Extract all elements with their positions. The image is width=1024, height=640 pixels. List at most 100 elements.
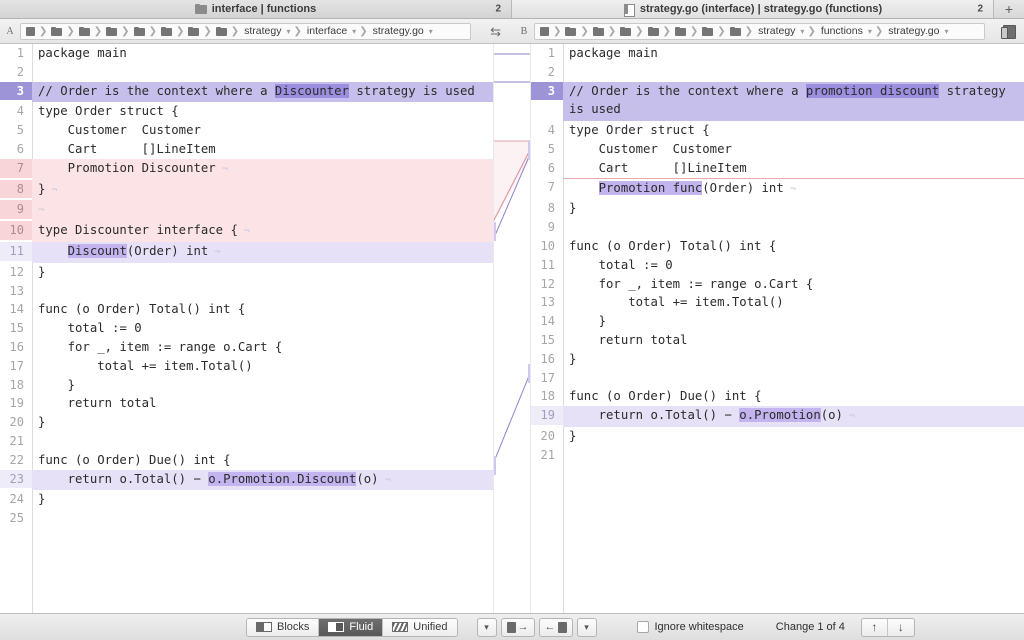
breadcrumb-folder-item[interactable]: [729, 26, 742, 36]
next-change-button[interactable]: ↓: [887, 618, 914, 636]
code-line[interactable]: 3// Order is the context where a Discoun…: [0, 81, 493, 103]
breadcrumb-folder-item[interactable]: [105, 26, 118, 36]
previous-change-button[interactable]: ↑: [861, 618, 888, 636]
code-line[interactable]: 7 Promotion Discounter ¬: [0, 158, 493, 180]
code-line[interactable]: 18 }: [0, 376, 493, 395]
chevron-down-icon[interactable]: ▾: [286, 27, 290, 36]
code-line[interactable]: 23 return o.Total() − o.Promotion.Discou…: [0, 469, 493, 491]
tab-right-comparison[interactable]: strategy.go (interface) | strategy.go (f…: [512, 0, 994, 18]
code-line[interactable]: 3// Order is the context where a promoti…: [531, 81, 1024, 122]
code-line[interactable]: 21: [0, 432, 493, 451]
archive-button[interactable]: [991, 24, 1024, 39]
breadcrumb-folder-item[interactable]: [592, 26, 605, 36]
breadcrumb-folder-item[interactable]: [187, 26, 200, 36]
code-pane-left[interactable]: 1 package main 2 3// Order is the context …: [0, 44, 493, 613]
breadcrumb-folder-item[interactable]: [674, 26, 687, 36]
breadcrumb-path-right[interactable]: ❯ ❯ ❯ ❯ ❯ ❯ ❯ ❯ strategy ▾ ❯ functions ▾ ❯ strategy.go…: [533, 22, 986, 40]
code-line[interactable]: 5 Customer Customer: [0, 121, 493, 140]
chevron-down-icon[interactable]: ▾: [352, 27, 356, 36]
code-line[interactable]: 12}: [0, 263, 493, 282]
breadcrumb-item[interactable]: strategy ▾: [242, 25, 290, 37]
merge-left-dropdown-button[interactable]: ▾: [476, 617, 497, 637]
code-line[interactable]: 12 for _, item := range o.Cart {: [531, 275, 1024, 294]
code-line[interactable]: 1 package main: [0, 44, 493, 63]
swap-sides-button[interactable]: ⇆: [477, 25, 514, 38]
view-mode-unified-button[interactable]: Unified: [383, 618, 457, 636]
code-line[interactable]: 6 Cart []LineItem: [0, 140, 493, 159]
breadcrumb-folder-item[interactable]: [133, 26, 146, 36]
breadcrumb-folder-item[interactable]: [50, 26, 63, 36]
code-line[interactable]: 22 func (o Order) Due() int {: [0, 451, 493, 470]
breadcrumb-item[interactable]: strategy ▾: [756, 25, 804, 37]
ignore-whitespace-checkbox[interactable]: [636, 621, 649, 633]
code-line[interactable]: 13: [0, 282, 493, 301]
code-line[interactable]: 20}: [0, 413, 493, 432]
chevron-down-icon[interactable]: ▾: [944, 27, 948, 36]
folder-icon: [620, 26, 632, 36]
code-line[interactable]: 19 return total: [0, 394, 493, 413]
code-line[interactable]: 4 type Order struct {: [0, 102, 493, 121]
view-mode-fluid-button[interactable]: Fluid: [319, 618, 384, 636]
breadcrumb-item[interactable]: functions ▾: [819, 25, 872, 37]
code-line[interactable]: 16 for _, item := range o.Cart {: [0, 338, 493, 357]
breadcrumb-path-left[interactable]: ❯ ❯ ❯ ❯ ❯ ❯ ❯ ❯ strategy ▾ ❯ interface ▾ ❯ strategy.go…: [20, 22, 472, 40]
code-line[interactable]: 1 package main: [531, 44, 1024, 63]
change-nav-group[interactable]: ↑ ↓: [860, 617, 915, 637]
breadcrumb-folder-item[interactable]: [539, 26, 550, 36]
code-line[interactable]: 21: [531, 446, 1024, 465]
code-pane-right[interactable]: 1 package main 2 3// Order is the context …: [531, 44, 1024, 613]
breadcrumb-folder-item[interactable]: [160, 26, 173, 36]
breadcrumb-folder-item[interactable]: [564, 26, 577, 36]
code-line[interactable]: 19 return o.Total() − o.Promotion(o) ¬: [531, 406, 1024, 427]
merge-right-dropdown-button[interactable]: ▾: [576, 617, 597, 637]
code-line[interactable]: 15 return total: [531, 331, 1024, 350]
merge-to-left-button[interactable]: ←: [538, 617, 573, 637]
tab-left-comparison[interactable]: interface | functions 2: [0, 0, 512, 18]
code-line[interactable]: 11 total := 0: [531, 256, 1024, 275]
code-line[interactable]: 14 }: [531, 312, 1024, 331]
view-mode-segmented-control[interactable]: Blocks Fluid Unified: [246, 617, 458, 637]
breadcrumb-item[interactable]: strategy.go ▾: [886, 25, 948, 37]
breadcrumb-folder-item[interactable]: [647, 26, 660, 36]
code-line[interactable]: 10 type Discounter interface { ¬: [0, 221, 493, 242]
code-line[interactable]: 9 ¬: [0, 200, 493, 222]
chevron-down-icon[interactable]: ▾: [800, 27, 804, 36]
breadcrumb-folder-item[interactable]: [25, 26, 36, 36]
code-line[interactable]: 16}: [531, 350, 1024, 369]
breadcrumb-folder-item[interactable]: [701, 26, 714, 36]
code-line[interactable]: 10 func (o Order) Total() int {: [531, 237, 1024, 256]
code-line[interactable]: 24}: [0, 490, 493, 509]
breadcrumb-folder-item[interactable]: [619, 26, 632, 36]
code-line[interactable]: 7 Promotion func(Order) int ¬: [531, 177, 1024, 200]
new-tab-button[interactable]: +: [994, 0, 1024, 18]
code-line[interactable]: 17: [531, 369, 1024, 388]
view-mode-blocks-button[interactable]: Blocks: [247, 618, 320, 636]
code-line[interactable]: 8}: [531, 199, 1024, 218]
code-line[interactable]: 17 total += item.Total(): [0, 357, 493, 376]
breadcrumb-folder-item[interactable]: [215, 26, 228, 36]
ignore-whitespace-control[interactable]: Ignore whitespace: [636, 621, 744, 633]
code-line[interactable]: 4 type Order struct {: [531, 121, 1024, 140]
code-line[interactable]: 18 func (o Order) Due() int {: [531, 387, 1024, 406]
breadcrumb-folder-item[interactable]: [78, 26, 91, 36]
code-line[interactable]: 8} ¬: [0, 179, 493, 201]
code-line[interactable]: 9: [531, 218, 1024, 237]
line-number: 15: [9, 321, 24, 336]
code-line[interactable]: 13 total += item.Total(): [531, 293, 1024, 312]
code-line[interactable]: 6 Cart []LineItem: [531, 159, 1024, 178]
breadcrumb-item[interactable]: interface ▾: [305, 25, 356, 37]
code-line[interactable]: 20}: [531, 427, 1024, 446]
chevron-down-icon[interactable]: ▾: [429, 27, 433, 36]
code-line[interactable]: 15 total := 0: [0, 319, 493, 338]
code-line[interactable]: 11 Discount(Order) int ¬: [0, 241, 493, 263]
code-line[interactable]: 2: [0, 63, 493, 82]
code-line[interactable]: 25: [0, 509, 493, 528]
merge-to-right-button[interactable]: →: [500, 617, 535, 637]
disk-icon: [26, 26, 35, 36]
code-text: }: [569, 428, 577, 443]
code-line[interactable]: 14 func (o Order) Total() int {: [0, 300, 493, 319]
chevron-down-icon[interactable]: ▾: [868, 27, 872, 36]
code-line[interactable]: 2: [531, 63, 1024, 82]
breadcrumb-item[interactable]: strategy.go ▾: [371, 25, 433, 37]
code-line[interactable]: 5 Customer Customer: [531, 140, 1024, 159]
